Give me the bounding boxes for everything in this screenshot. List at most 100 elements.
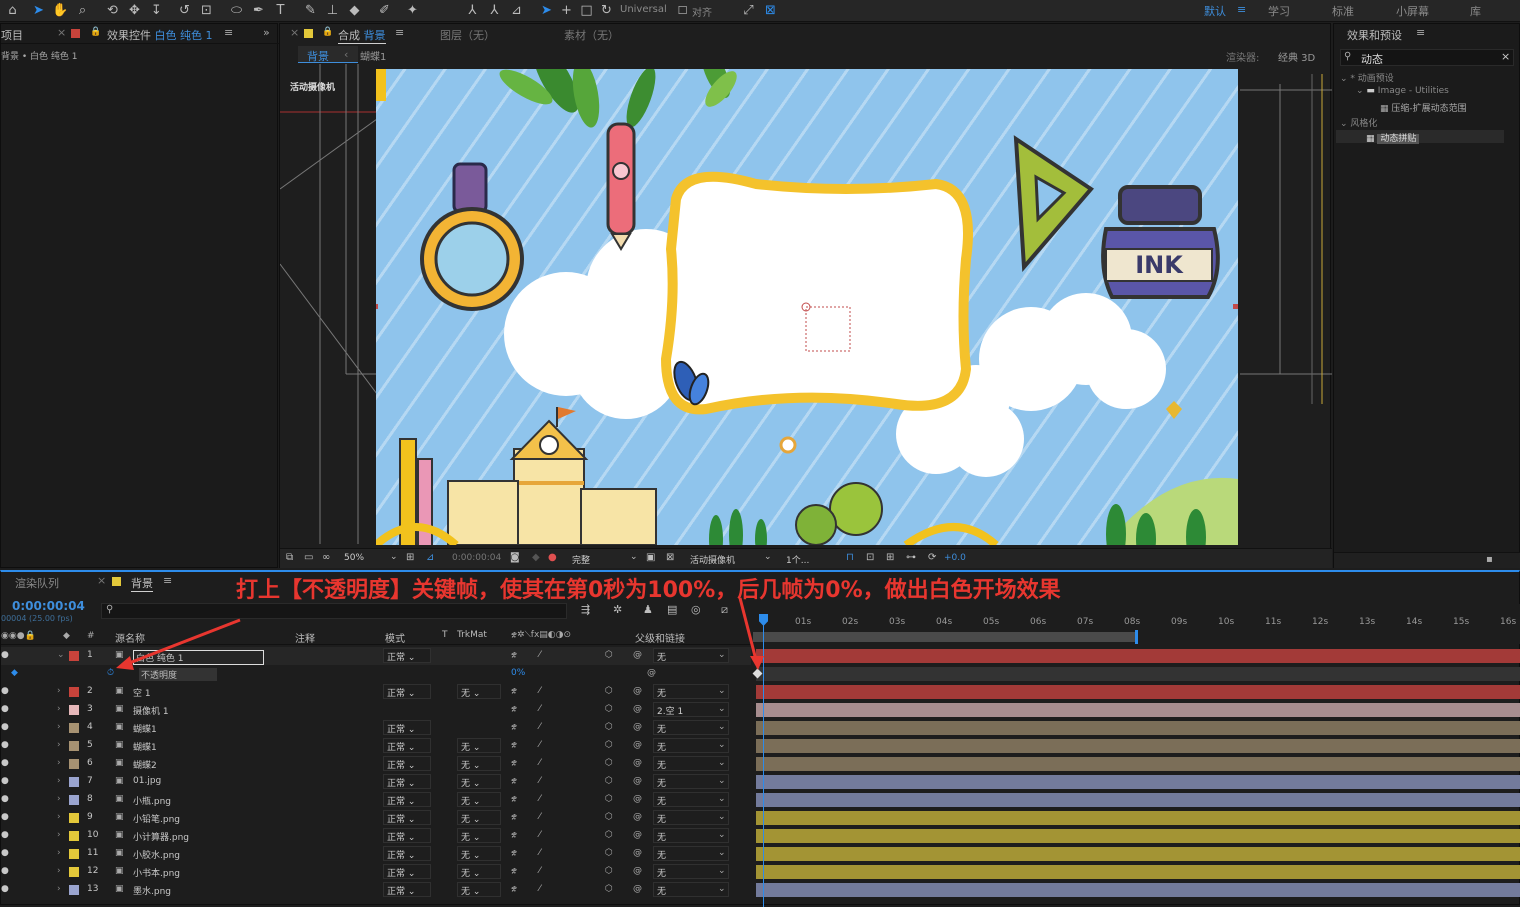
quality-switch-icon[interactable]: ⁄ [539, 740, 541, 750]
puppet-pin-icon[interactable]: ✦ [404, 2, 421, 19]
views-select[interactable]: 1个... [786, 553, 809, 566]
layer-row[interactable]: ● › 3 ▣ 摄像机 1 ቋ ⁄ ⬡ @ 2.空 1 ⌄ [1, 701, 751, 719]
layer-mode-select[interactable]: 正常 ⌄ [383, 846, 431, 861]
search-input[interactable]: 动态 [1361, 51, 1383, 67]
expand-panels-icon[interactable]: » [263, 26, 270, 39]
quality-switch-icon[interactable]: ⁄ [539, 776, 541, 786]
eye-icon[interactable]: ● [1, 776, 9, 786]
layer-duration-bar[interactable] [756, 811, 1520, 825]
layer-row[interactable]: ● › 5 ▣ 蝴蝶1 正常 ⌄ 无 ⌄ ቋ ⁄ ⬡ @ 无 ⌄ [1, 737, 751, 755]
header-mode[interactable]: 模式 [385, 630, 405, 645]
trkmat-select[interactable]: 无 ⌄ [457, 792, 501, 807]
chevron-right-icon[interactable]: › [57, 884, 61, 894]
av-features-icon[interactable]: ◉◉●🔒 [1, 631, 36, 641]
resolution-grid-icon[interactable]: ⊞ [406, 552, 414, 563]
chevron-right-icon[interactable]: › [57, 722, 61, 732]
layer-duration-bar[interactable] [756, 721, 1520, 735]
chevron-right-icon[interactable]: › [57, 758, 61, 768]
chevron-right-icon[interactable]: › [57, 812, 61, 822]
eraser-tool-icon[interactable]: ◆ [346, 2, 363, 19]
label-color[interactable] [69, 687, 79, 697]
pickwhip-icon[interactable]: @ [633, 740, 642, 750]
align-checkbox-icon[interactable]: ☐ [674, 2, 691, 19]
subtab-butterfly[interactable]: 蝴蝶1 [360, 48, 386, 63]
label-color[interactable] [69, 651, 79, 661]
flowchart-icon[interactable]: ⊶ [906, 552, 916, 563]
layer-duration-bar[interactable] [756, 865, 1520, 879]
layer-name[interactable]: 摄像机 1 [133, 704, 169, 717]
quality-switch-icon[interactable]: ⁄ [539, 812, 541, 822]
layer-mode-select[interactable]: 正常 ⌄ [383, 864, 431, 879]
tree-item-stylize[interactable]: ⌄ 风格化 [1340, 116, 1377, 129]
subtab-background[interactable]: 背景 [307, 48, 329, 64]
eye-icon[interactable]: ● [1, 704, 9, 714]
keyframe-track[interactable] [756, 667, 1520, 681]
layer-row[interactable]: ● › 6 ▣ 蝴蝶2 正常 ⌄ 无 ⌄ ቋ ⁄ ⬡ @ 无 ⌄ [1, 755, 751, 773]
eye-icon[interactable]: ● [1, 650, 9, 660]
quality-switch-icon[interactable]: ⁄ [539, 794, 541, 804]
layer-row[interactable]: ● › 2 ▣ 空 1 正常 ⌄ 无 ⌄ ቋ ⁄ ⬡ @ 无 ⌄ [1, 683, 751, 701]
layer-duration-bar[interactable] [756, 883, 1520, 897]
roto-brush-icon[interactable]: ✐ [376, 2, 393, 19]
3d-layer-icon[interactable]: ⬡ [605, 650, 613, 660]
eye-icon[interactable]: ● [1, 866, 9, 876]
layer-duration-bar[interactable] [756, 775, 1520, 789]
workspace-menu-icon[interactable]: ≡ [1237, 3, 1246, 16]
layer-mode-select[interactable]: 正常 ⌄ [383, 684, 431, 699]
clone-stamp-icon[interactable]: ⊥ [324, 2, 341, 19]
goggles-icon[interactable]: ∞ [322, 552, 330, 563]
shy-layers-icon[interactable]: ♟ [643, 603, 653, 616]
layer-row[interactable]: ● › 4 ▣ 蝴蝶1 正常 ⌄ ቋ ⁄ ⬡ @ 无 ⌄ [1, 719, 751, 737]
shy-switch-icon[interactable]: ቋ [511, 866, 517, 876]
workspace-standard[interactable]: 标准 [1332, 3, 1354, 19]
panel-menu-icon[interactable]: ≡ [1416, 26, 1425, 39]
quality-switch-icon[interactable]: ⁄ [539, 848, 541, 858]
pickwhip-icon[interactable]: @ [633, 758, 642, 768]
label-color[interactable] [69, 759, 79, 769]
tree-item-image-utilities[interactable]: ⌄ ▬ Image - Utilities [1356, 86, 1449, 96]
transparency-grid-icon[interactable]: ⊠ [666, 552, 674, 563]
lock-icon[interactable]: 🔒 [90, 27, 101, 37]
eye-icon[interactable]: ● [1, 686, 9, 696]
quality-switch-icon[interactable]: ⁄ [539, 650, 541, 660]
eye-icon[interactable]: ● [1, 740, 9, 750]
square-snap-icon[interactable]: □ [578, 2, 595, 19]
chevron-right-icon[interactable]: › [57, 848, 61, 858]
new-bin-icon[interactable]: ▪ [1486, 554, 1493, 565]
layer-duration-bar[interactable] [756, 739, 1520, 753]
layer-name[interactable]: 小瓶.png [133, 794, 171, 807]
stopwatch-icon[interactable]: ⏱ [107, 668, 114, 678]
playhead-line[interactable] [763, 624, 764, 907]
eye-icon[interactable]: ● [1, 884, 9, 894]
layer-name[interactable]: 蝴蝶2 [133, 758, 157, 771]
shy-switch-icon[interactable]: ቋ [511, 884, 517, 894]
layer-row[interactable]: ● ⌄ 1 ▣ 白色 纯色 1 正常 ⌄ ቋ ⁄ ⬡ @ 无 ⌄ [1, 647, 751, 665]
chevron-down-icon[interactable]: ⌄ [718, 866, 726, 876]
renderer-value[interactable]: 经典 3D [1278, 49, 1315, 64]
workspace-default[interactable]: 默认 [1204, 3, 1226, 19]
label-icon[interactable]: ◆ [63, 631, 70, 641]
pen-tool-icon[interactable]: ✒ [250, 2, 267, 19]
chevron-right-icon[interactable]: › [57, 740, 61, 750]
label-color[interactable] [69, 885, 79, 895]
layer-duration-bar[interactable] [756, 649, 1520, 663]
trkmat-select[interactable]: 无 ⌄ [457, 864, 501, 879]
home-icon[interactable]: ⌂ [4, 2, 21, 19]
layer-name[interactable]: 小胶水.png [133, 848, 180, 861]
label-color[interactable] [69, 849, 79, 859]
header-parent[interactable]: 父级和链接 [635, 630, 685, 645]
layer-row[interactable]: ● › 11 ▣ 小胶水.png 正常 ⌄ 无 ⌄ ቋ ⁄ ⬡ @ 无 ⌄ [1, 845, 751, 863]
shy-switch-icon[interactable]: ቋ [511, 722, 517, 732]
header-source-name[interactable]: 源名称 [115, 630, 145, 645]
label-color[interactable] [69, 705, 79, 715]
layer-name[interactable]: 蝴蝶1 [133, 722, 157, 735]
pickwhip-icon[interactable]: @ [633, 722, 642, 732]
label-color[interactable] [69, 741, 79, 751]
workspace-small-screen[interactable]: 小屏幕 [1396, 3, 1429, 19]
layer-mode-select[interactable]: 正常 ⌄ [383, 828, 431, 843]
monitor-icon[interactable]: ▭ [304, 552, 313, 563]
layer-mode-select[interactable]: 正常 ⌄ [383, 810, 431, 825]
pan-camera-icon[interactable]: ✥ [126, 2, 143, 19]
chevron-down-icon[interactable]: ⌄ [718, 758, 726, 768]
quality-switch-icon[interactable]: ⁄ [539, 704, 541, 714]
